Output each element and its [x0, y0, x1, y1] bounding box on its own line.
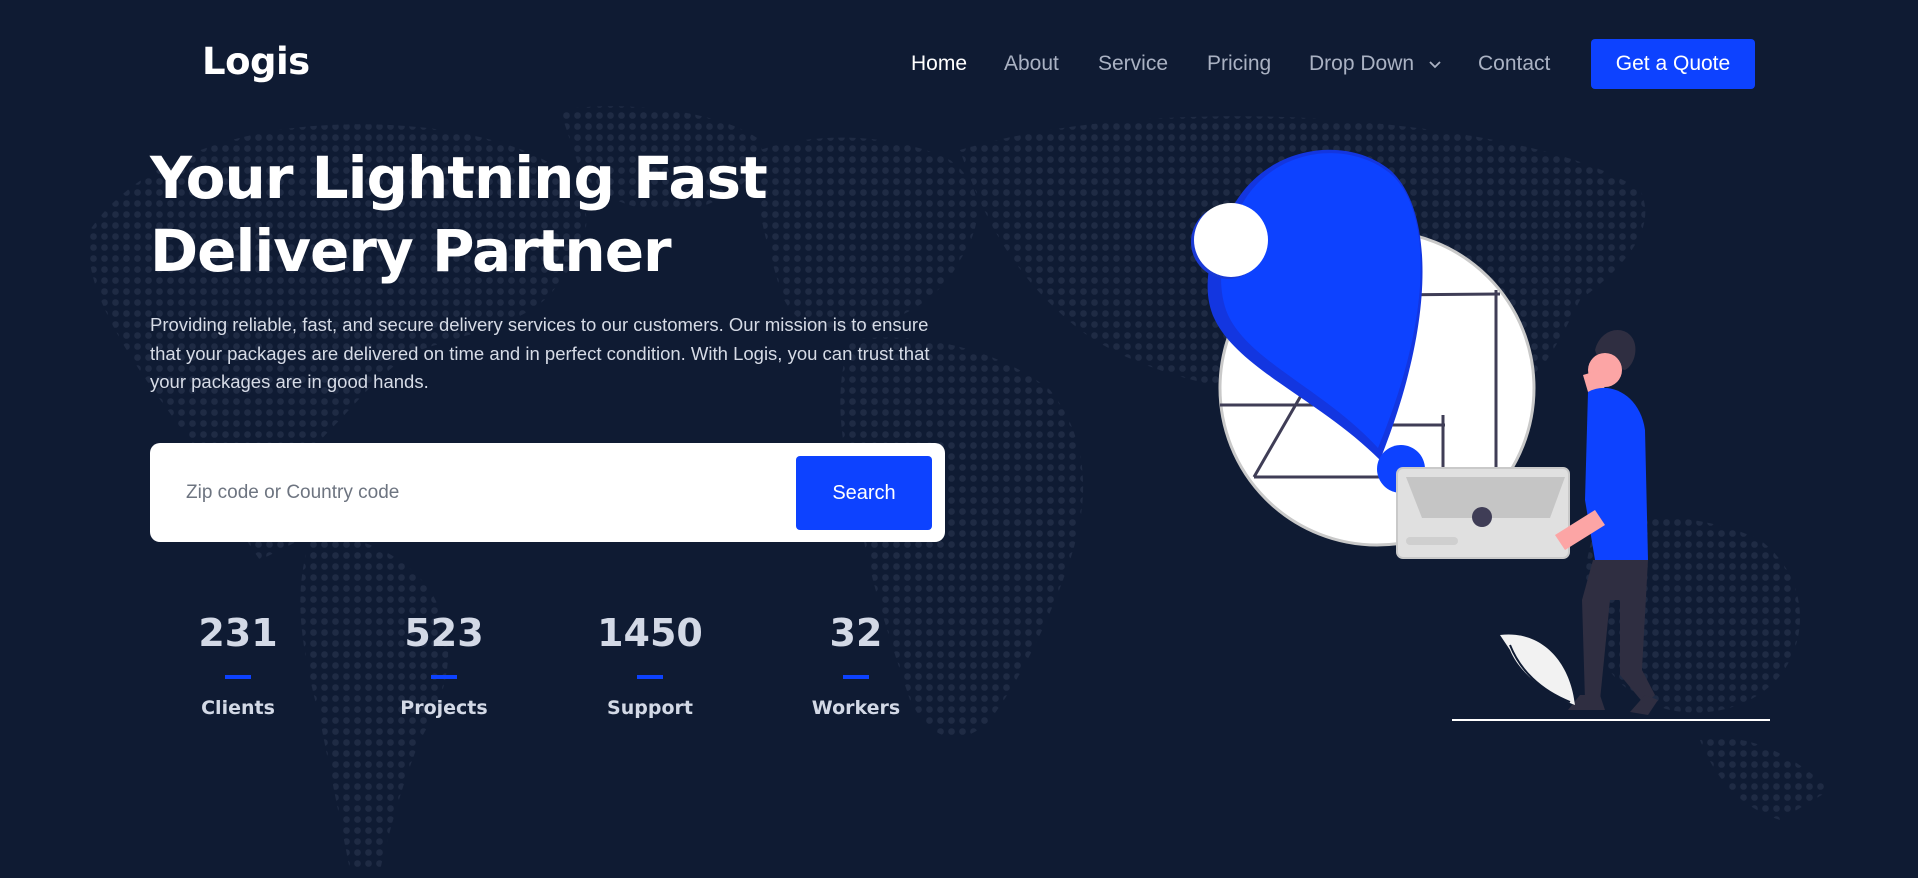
stat-divider [637, 675, 663, 679]
stat-support: 1450 Support [570, 608, 730, 719]
nav-about[interactable]: About [1004, 52, 1059, 76]
site-header: Logis Home About Service Pricing Drop Do… [0, 0, 1918, 128]
stat-workers: 32 Workers [776, 608, 936, 719]
stat-value: 32 [829, 611, 883, 655]
stat-label: Projects [400, 697, 488, 719]
logo[interactable]: Logis [202, 40, 310, 83]
hero-description: Providing reliable, fast, and secure del… [150, 314, 930, 392]
stat-label: Workers [811, 697, 901, 719]
delivery-illustration [1191, 149, 1770, 721]
chevron-down-icon [1428, 52, 1442, 76]
nav-dropdown[interactable]: Drop Down [1309, 52, 1442, 76]
stat-divider [843, 675, 869, 679]
get-quote-button[interactable]: Get a Quote [1591, 39, 1755, 89]
search-input[interactable] [174, 467, 764, 518]
stat-label: Support [607, 697, 693, 719]
stat-label: Clients [201, 697, 275, 719]
nav-home[interactable]: Home [911, 52, 967, 76]
search-form: Search [150, 443, 945, 542]
stat-value: 231 [198, 611, 278, 655]
nav-contact[interactable]: Contact [1478, 52, 1550, 76]
stat-divider [225, 675, 251, 679]
hero-title-line-1: Your Lightning Fast [150, 144, 768, 212]
stat-divider [431, 675, 457, 679]
search-button[interactable]: Search [796, 456, 932, 530]
stat-value: 1450 [597, 611, 703, 655]
hero-title: Your Lightning Fast Delivery Partner [150, 142, 910, 288]
stat-value: 523 [404, 611, 484, 655]
stat-projects: 523 Projects [364, 608, 524, 719]
stat-clients: 231 Clients [158, 608, 318, 719]
hero-title-line-2: Delivery Partner [150, 217, 672, 285]
laptop-illustration [1396, 467, 1570, 559]
person-illustration [1555, 330, 1658, 715]
nav-pricing[interactable]: Pricing [1207, 52, 1271, 76]
nav-service[interactable]: Service [1098, 52, 1168, 76]
nav-dropdown-label: Drop Down [1309, 52, 1415, 75]
plant-illustration [1500, 634, 1575, 705]
